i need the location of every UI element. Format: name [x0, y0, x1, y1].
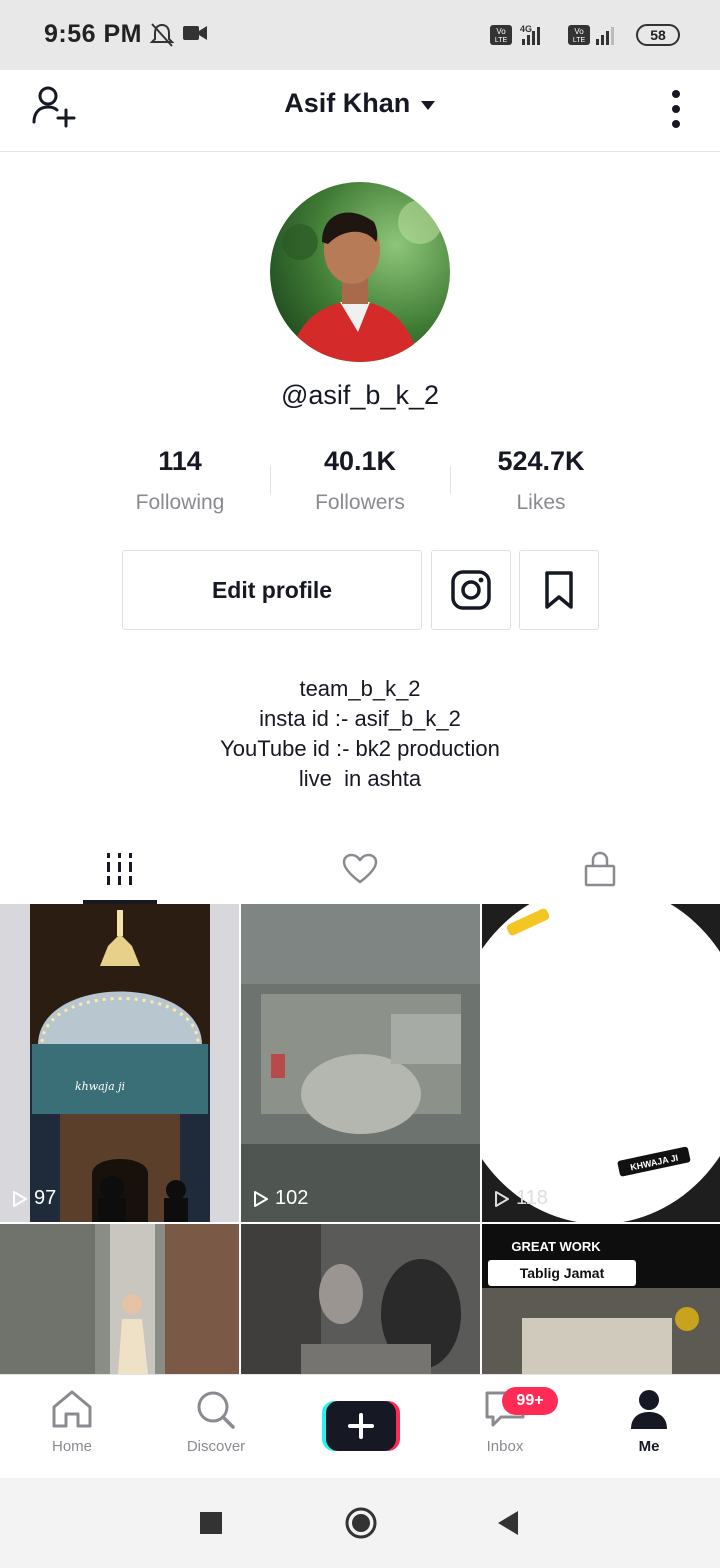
video-thumbnail-image [241, 904, 480, 1222]
view-count: 102 [253, 1187, 308, 1210]
edit-profile-button[interactable]: Edit profile [122, 550, 422, 630]
video-caption: khwaja ji [75, 1080, 125, 1093]
nav-home-label: Home [51, 1438, 92, 1455]
recent-apps-icon[interactable] [200, 1512, 222, 1534]
likes-stat[interactable]: 524.7K Likes [451, 446, 631, 515]
following-stat[interactable]: 114 Following [90, 446, 270, 515]
nav-inbox-label: Inbox [486, 1438, 524, 1455]
instagram-button[interactable] [431, 550, 511, 630]
view-count-value: 102 [275, 1187, 309, 1209]
system-navigation-bar [0, 1478, 720, 1568]
tab-liked[interactable] [240, 834, 480, 904]
bio-line: live in ashta [298, 766, 422, 791]
followers-label: Followers [315, 491, 405, 514]
video-caption: GREAT WORK [511, 1239, 601, 1254]
status-bar: 9:56 PM Vo LTE 4G Vo LTE 58 [0, 0, 720, 70]
video-grid: khwaja ji 97 102 KHWAJA JI 118 GREAT WOR… [0, 904, 720, 1374]
video-thumbnail[interactable]: khwaja ji 97 [0, 904, 239, 1222]
profile-handle: @asif_b_k_2 [280, 380, 439, 410]
svg-text:Vo: Vo [496, 27, 506, 36]
instagram-icon [451, 570, 491, 610]
lock-icon [584, 851, 616, 887]
followers-stat[interactable]: 40.1K Followers [270, 446, 450, 515]
search-icon [197, 1391, 235, 1429]
video-thumbnail[interactable]: KHWAJA JI 118 [482, 904, 720, 1222]
video-thumbnail-image [241, 1224, 480, 1374]
create-button[interactable] [322, 1401, 400, 1451]
status-time: 9:56 PM [44, 20, 142, 48]
profile-icon [631, 1390, 667, 1429]
nav-discover[interactable]: Discover [144, 1389, 288, 1455]
inbox-badge: 99+ [502, 1387, 558, 1415]
nav-me[interactable]: Me [577, 1389, 720, 1455]
back-icon[interactable] [496, 1510, 520, 1536]
home-icon [52, 1390, 92, 1428]
video-thumbnail[interactable] [241, 1224, 480, 1374]
tab-videos[interactable] [0, 834, 240, 904]
profile-tabs [0, 834, 720, 904]
video-thumbnail[interactable]: 102 [241, 904, 480, 1222]
play-icon [495, 1190, 509, 1207]
followers-count: 40.1K [323, 446, 397, 476]
svg-text:4G: 4G [520, 24, 532, 34]
account-switcher[interactable]: Asif Khan [0, 88, 720, 119]
profile-bio: team_b_k_2 insta id :- asif_b_k_2 YouTub… [0, 674, 720, 794]
likes-label: Likes [516, 491, 566, 514]
view-count: 118 [494, 1187, 548, 1210]
svg-text:Vo: Vo [574, 27, 584, 36]
video-thumbnail-image: GREAT WORK Tablig Jamat [482, 1224, 720, 1374]
bio-line: YouTube id :- bk2 production [220, 736, 500, 761]
nav-home[interactable]: Home [0, 1389, 144, 1455]
bio-line: insta id :- asif_b_k_2 [259, 706, 461, 731]
signal-icon: Vo LTE 4G Vo LTE [490, 24, 614, 45]
create-icon [322, 1401, 400, 1451]
account-name: Asif Khan [284, 88, 411, 118]
play-icon [254, 1190, 268, 1207]
view-count-value: 118 [516, 1187, 548, 1209]
battery-indicator: 58 [636, 24, 680, 46]
video-caption-2: Tablig Jamat [520, 1265, 605, 1281]
video-thumbnail-image: KHWAJA JI [482, 904, 720, 1222]
nav-me-label: Me [638, 1438, 660, 1455]
following-label: Following [135, 491, 225, 514]
video-thumbnail[interactable]: GREAT WORK Tablig Jamat [482, 1224, 720, 1374]
notifications-off-icon [149, 23, 175, 47]
caret-down-icon [420, 100, 435, 110]
more-options-icon[interactable] [664, 84, 688, 134]
svg-text:LTE: LTE [573, 37, 586, 44]
avatar[interactable] [270, 182, 450, 362]
home-button-icon[interactable] [344, 1506, 378, 1540]
video-thumbnail[interactable] [0, 1224, 239, 1374]
bottom-navigation: Home Discover Inbox 99+ Me [0, 1374, 720, 1478]
play-icon [13, 1190, 27, 1207]
svg-text:LTE: LTE [495, 37, 508, 44]
video-thumbnail-image: khwaja ji [0, 904, 239, 1222]
favorites-button[interactable] [519, 550, 599, 630]
view-count: 97 [12, 1187, 56, 1210]
following-count: 114 [158, 446, 202, 476]
heart-icon [342, 853, 378, 884]
bookmark-icon [545, 571, 573, 609]
nav-discover-label: Discover [186, 1438, 246, 1455]
tab-private[interactable] [480, 834, 720, 904]
video-recording-icon [183, 26, 207, 40]
bio-line: team_b_k_2 [299, 676, 421, 701]
view-count-value: 97 [34, 1187, 57, 1209]
grid-icon [107, 853, 132, 885]
likes-count: 524.7K [497, 446, 585, 476]
profile-header: Asif Khan [0, 70, 720, 152]
video-thumbnail-image [0, 1224, 239, 1374]
